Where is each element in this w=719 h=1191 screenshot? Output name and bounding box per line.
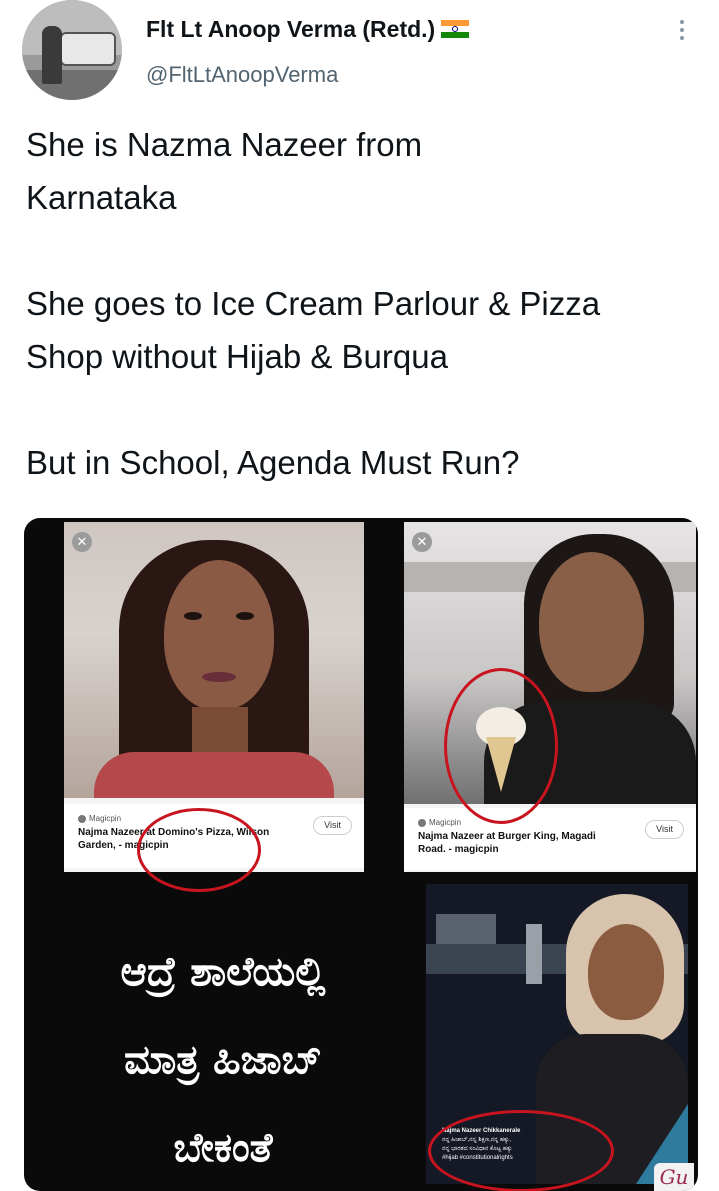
- author-name[interactable]: Flt Lt Anoop Verma (Retd.): [146, 16, 470, 43]
- source-name: Magicpin: [429, 818, 462, 827]
- close-icon[interactable]: ✕: [412, 532, 432, 552]
- tweet-text: She is Nazma Nazeer from Karnataka She g…: [26, 118, 696, 489]
- kannada-text-overlay: ಆದ್ರೆ ಶಾಲೆಯಲ್ಲಿ ಮಾತ್ರ ಹಿಜಾಬ್ ಬೇಕಂತೆ: [38, 928, 408, 1191]
- author-avatar[interactable]: [22, 0, 122, 100]
- more-options-icon[interactable]: [672, 20, 692, 44]
- result-caption: Magicpin Najma Nazeer at Burger King, Ma…: [404, 808, 696, 870]
- kannada-line-3: ಬೇಕಂತೆ: [173, 1125, 273, 1171]
- photo-woman-1: [64, 522, 364, 798]
- caption-text: Najma Nazeer at Burger King, Magadi Road…: [418, 831, 596, 855]
- india-flag-icon: [441, 19, 470, 38]
- tweet-line-2: She goes to Ice Cream Parlour & Pizza Sh…: [26, 285, 601, 375]
- car-image: [60, 32, 116, 66]
- result-card-burgerking: ✕ Magicpin Najma Nazeer at Burger King, …: [404, 522, 696, 872]
- kannada-line-2: ಮಾತ್ರ ಹಿಜಾಬ್: [124, 1037, 322, 1083]
- visit-button[interactable]: Visit: [645, 820, 684, 839]
- red-circle-annotation: [428, 1110, 614, 1191]
- magicpin-icon: [418, 818, 426, 827]
- tweet-header: Flt Lt Anoop Verma (Retd.) @FltLtAnoopVe…: [0, 0, 719, 110]
- tweet-media-image[interactable]: ✕ Magicpin Najma Nazeer at Domino's Pizz…: [24, 518, 698, 1191]
- magicpin-icon: [78, 814, 86, 823]
- author-display-name[interactable]: Flt Lt Anoop Verma (Retd.): [146, 16, 435, 42]
- tweet-line-1: She is Nazma Nazeer from Karnataka: [26, 126, 423, 216]
- tweet-line-3: But in School, Agenda Must Run?: [26, 444, 520, 481]
- watermark-logo: Gu: [654, 1163, 694, 1191]
- red-circle-annotation: [444, 668, 558, 824]
- person-image: [42, 26, 62, 84]
- source-name: Magicpin: [89, 814, 122, 823]
- close-icon[interactable]: ✕: [72, 532, 92, 552]
- kannada-line-1: ಆದ್ರೆ ಶಾಲೆಯಲ್ಲಿ: [120, 949, 326, 995]
- red-circle-annotation: [137, 808, 261, 892]
- author-handle[interactable]: @FltLtAnoopVerma: [146, 62, 338, 88]
- visit-button[interactable]: Visit: [313, 816, 352, 835]
